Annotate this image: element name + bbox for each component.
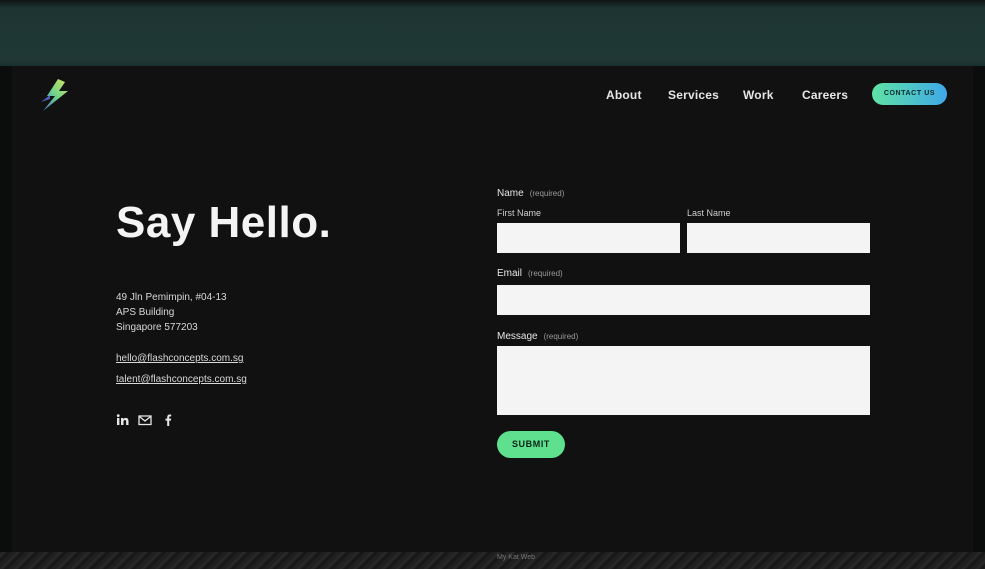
submit-button[interactable]: SUBMIT — [497, 431, 565, 458]
bottom-band — [0, 552, 985, 569]
name-label-text: Name — [497, 188, 524, 199]
address-line-2: APS Building — [116, 307, 175, 318]
message-field[interactable] — [497, 346, 870, 415]
facebook-icon[interactable] — [161, 413, 175, 427]
name-label: Name (required) — [497, 188, 564, 199]
message-required-text: (required) — [543, 332, 579, 341]
first-name-label: First Name — [497, 208, 542, 218]
email-label-text: Email — [497, 268, 523, 279]
hello-email-link[interactable]: hello@flashconcepts.com.sg — [116, 353, 243, 364]
first-name-field[interactable] — [497, 223, 680, 253]
last-name-label: Last Name — [687, 208, 731, 218]
contact-us-button[interactable]: contact us — [872, 83, 947, 105]
address-line-1: 49 Jln Pemimpin, #04-13 — [116, 292, 227, 303]
top-band — [0, 0, 985, 66]
page-title: Say Hello. — [116, 198, 332, 247]
email-label: Email (required) — [497, 268, 563, 279]
nav-about[interactable]: About — [606, 88, 642, 102]
mail-icon[interactable] — [138, 413, 152, 427]
lightning-logo-icon — [41, 79, 68, 111]
nav-services[interactable]: Services — [668, 88, 719, 102]
nav-careers[interactable]: Careers — [802, 88, 848, 102]
name-required-text: (required) — [529, 189, 565, 198]
linkedin-icon[interactable] — [116, 413, 130, 427]
footer-label: My Kat Web — [497, 554, 535, 561]
talent-email-link[interactable]: talent@flashconcepts.com.sg — [116, 374, 247, 385]
message-label-text: Message — [497, 331, 538, 342]
email-field[interactable] — [497, 285, 870, 315]
address-line-3: Singapore 577203 — [116, 322, 198, 333]
email-required-text: (required) — [528, 269, 563, 278]
nav-work[interactable]: Work — [743, 88, 774, 102]
brand-logo[interactable] — [38, 78, 74, 112]
last-name-field[interactable] — [687, 223, 870, 253]
message-label: Message (required) — [497, 331, 578, 342]
